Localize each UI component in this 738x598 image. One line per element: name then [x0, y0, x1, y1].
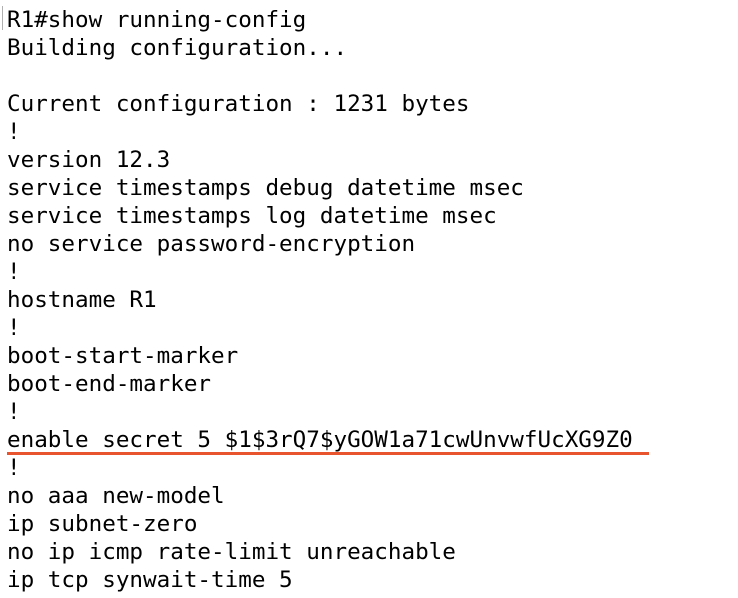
text-cursor: [2, 6, 3, 30]
terminal-line-boot-end: boot-end-marker: [7, 371, 212, 397]
terminal-line-timestamps-log: service timestamps log datetime msec: [7, 203, 497, 229]
terminal-line-separator: !: [7, 259, 21, 285]
terminal-line-building: Building configuration...: [7, 35, 348, 61]
terminal-line-version: version 12.3: [7, 147, 171, 173]
enable-secret-highlight-underline: [7, 452, 649, 455]
terminal-line-subnet-zero: ip subnet-zero: [7, 511, 198, 537]
terminal-line-separator: !: [7, 455, 21, 481]
terminal-line-separator: !: [7, 399, 21, 425]
terminal-line-enable-secret: enable secret 5 $1$3rQ7$yGOW1a71cwUnvwfU…: [7, 427, 633, 453]
terminal-line-prompt-command: R1#show running-config: [7, 7, 307, 33]
terminal-line-separator: !: [7, 119, 21, 145]
terminal-line-current-config: Current configuration : 1231 bytes: [7, 91, 470, 117]
terminal-line-tcp-synwait: ip tcp synwait-time 5: [7, 567, 293, 593]
terminal-output[interactable]: R1#show running-config Building configur…: [0, 0, 738, 598]
terminal-line-separator: !: [7, 315, 21, 341]
terminal-line-aaa: no aaa new-model: [7, 483, 225, 509]
terminal-line-icmp-rate-limit: no ip icmp rate-limit unreachable: [7, 539, 456, 565]
terminal-line-hostname: hostname R1: [7, 287, 157, 313]
terminal-line-password-encryption: no service password-encryption: [7, 231, 416, 257]
terminal-line-timestamps-debug: service timestamps debug datetime msec: [7, 175, 524, 201]
terminal-line-boot-start: boot-start-marker: [7, 343, 239, 369]
